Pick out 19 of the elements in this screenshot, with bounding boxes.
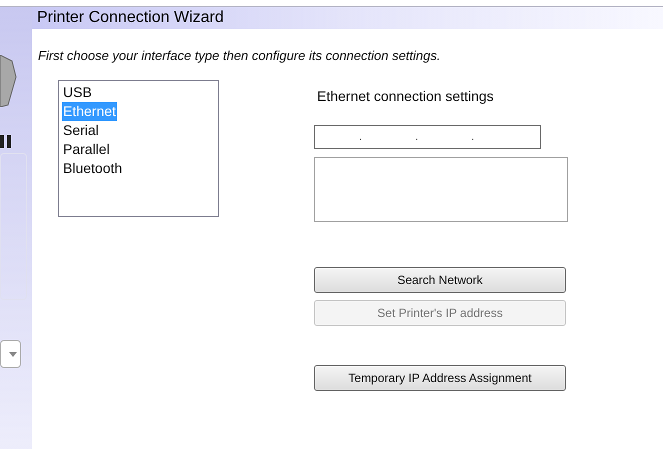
ip-address-field[interactable]: . . . [314, 125, 541, 149]
list-item[interactable]: Bluetooth [62, 159, 124, 178]
ip-separator: . [359, 130, 362, 145]
action-button[interactable]: Temporary IP Address Assignment [314, 365, 566, 391]
caret-icon [9, 352, 17, 356]
text-area[interactable] [314, 157, 568, 222]
bars-icon [0, 135, 13, 148]
device-icon [0, 55, 17, 107]
ip-separator: . [415, 130, 418, 145]
list-item[interactable]: Serial [62, 121, 100, 140]
instruction-text: First choose your interface type then configure its connection settings. [38, 48, 440, 63]
list-item[interactable]: Parallel [62, 140, 111, 159]
ip-separator: . [471, 130, 474, 145]
dropdown-field[interactable] [0, 340, 21, 368]
window-title: Printer Connection Wizard [37, 10, 224, 26]
list-item[interactable]: USB [62, 83, 93, 102]
interface-list[interactable]: USB Ethernet Serial Parallel Bluetooth [58, 80, 219, 217]
action-button[interactable]: Search Network [314, 267, 566, 293]
settings-heading: Ethernet connection settings [317, 87, 494, 106]
